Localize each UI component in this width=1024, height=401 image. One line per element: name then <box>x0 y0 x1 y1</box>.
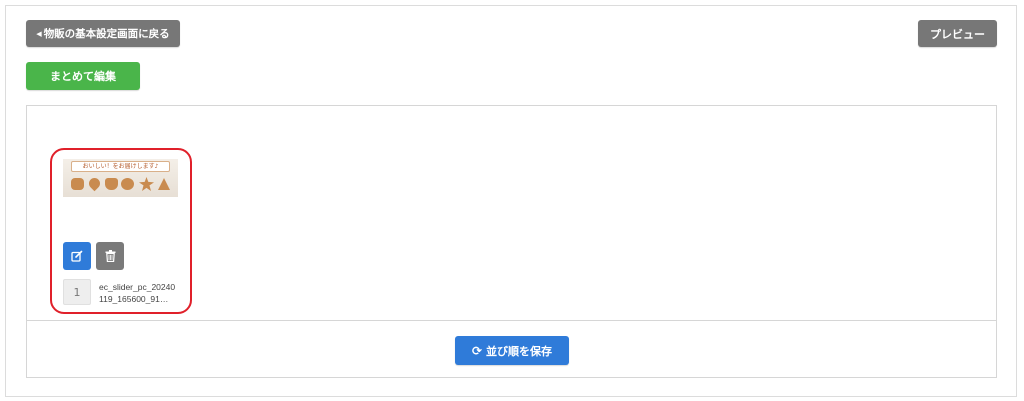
cookie-bear-icon <box>71 178 84 190</box>
back-to-settings-button[interactable]: ◀ 物販の基本設定画面に戻る <box>26 20 180 47</box>
preview-button[interactable]: プレビュー <box>918 20 997 47</box>
bulk-edit-button-label: まとめて編集 <box>50 70 116 83</box>
slider-item-card[interactable]: おいしい！をお届けします♪ 1 ec_slider_pc_20240119_16 <box>50 148 192 314</box>
edit-icon <box>71 250 83 262</box>
panel-footer: ⟳ 並び順を保存 <box>27 320 996 378</box>
save-order-label: 並び順を保存 <box>486 344 553 358</box>
slider-panel: おいしい！をお届けします♪ 1 ec_slider_pc_20240119_16 <box>26 105 997 378</box>
caret-left-icon: ◀ <box>36 29 42 38</box>
display-order-number[interactable]: 1 <box>63 279 91 305</box>
cookie-star-icon <box>139 177 154 191</box>
bulk-edit-button[interactable]: まとめて編集 <box>26 62 140 90</box>
delete-button[interactable] <box>96 242 124 270</box>
cookie-tree-icon <box>158 178 170 190</box>
cookie-man-icon <box>121 178 134 190</box>
thumbnail-caption: おいしい！をお届けします♪ <box>71 161 170 172</box>
cookie-heart-icon <box>86 175 103 192</box>
refresh-icon: ⟳ <box>471 343 483 358</box>
back-button-label: 物販の基本設定画面に戻る <box>43 28 170 40</box>
preview-button-label: プレビュー <box>930 27 985 41</box>
trash-icon <box>105 250 115 262</box>
slider-image-filename: ec_slider_pc_20240119_165600_91… <box>99 282 176 304</box>
save-order-button[interactable]: ⟳ 並び順を保存 <box>455 336 569 365</box>
cookie-pot-icon <box>105 178 118 190</box>
slider-thumbnail: おいしい！をお届けします♪ <box>63 159 178 197</box>
edit-button[interactable] <box>63 242 91 270</box>
